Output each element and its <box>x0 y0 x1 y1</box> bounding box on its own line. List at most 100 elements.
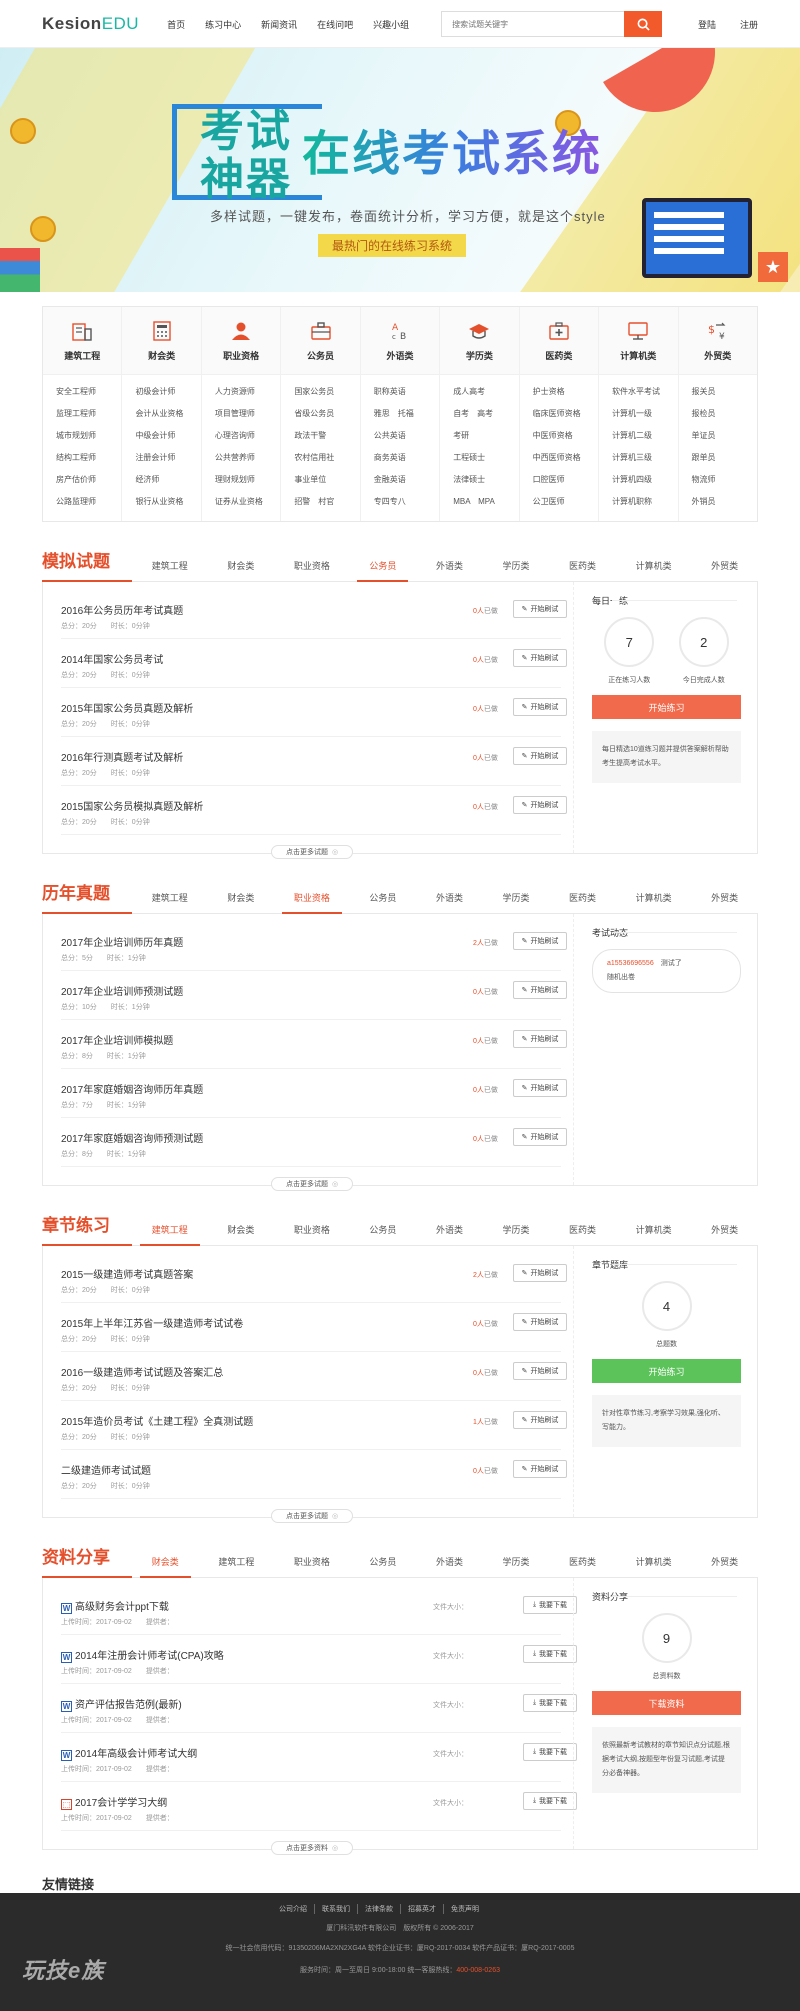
exam-title[interactable]: 2016年行测真题考试及解析 <box>61 749 183 764</box>
category-link[interactable]: 护士资格 <box>533 381 598 403</box>
category-link[interactable]: 政法干警 <box>294 425 359 447</box>
nav-news[interactable]: 新闻资讯 <box>261 18 297 31</box>
exam-title[interactable]: 2016年公务员历年考试真题 <box>61 602 183 617</box>
section-tab[interactable]: 公务员 <box>357 1555 408 1577</box>
category-link[interactable]: 临床医师资格 <box>533 403 598 425</box>
resource-title[interactable]: W 2014年注册会计师考试(CPA)攻略 <box>61 1647 224 1663</box>
section-tab[interactable]: 外语类 <box>424 1555 475 1577</box>
category-link[interactable]: 城市规划师 <box>56 425 121 447</box>
exam-title[interactable]: 2015年造价员考试《土建工程》全真测试题 <box>61 1413 253 1428</box>
activity-target[interactable]: 随机出卷 <box>607 974 635 981</box>
category-link[interactable]: 国家公务员 <box>294 381 359 403</box>
download-resources-button[interactable]: 下载资料 <box>592 1691 741 1715</box>
exam-title[interactable]: 2017年企业培训师模拟题 <box>61 1032 173 1047</box>
category-link[interactable]: 专四专八 <box>374 491 439 513</box>
search-input[interactable] <box>441 11 625 37</box>
category-link[interactable]: 招警 村官 <box>294 491 359 513</box>
resource-title[interactable]: W 高级财务会计ppt下载 <box>61 1598 169 1614</box>
category-link[interactable]: 成人高考 <box>453 381 518 403</box>
section-tab[interactable]: 公务员 <box>357 891 408 913</box>
category-link[interactable]: 注册会计师 <box>135 447 200 469</box>
footer-link-about[interactable]: 公司介绍 <box>272 1904 315 1914</box>
category-link[interactable]: 考研 <box>453 425 518 447</box>
start-exam-button[interactable]: ✎ 开始刷试 <box>513 981 567 999</box>
section-tab[interactable]: 外贸类 <box>699 1223 750 1245</box>
start-practice-button[interactable]: 开始练习 <box>592 1359 741 1383</box>
category-link[interactable]: 自考 高考 <box>453 403 518 425</box>
start-exam-button[interactable]: ✎ 开始刷试 <box>513 747 567 765</box>
category-link[interactable]: 计算机三级 <box>612 447 677 469</box>
start-exam-button[interactable]: ✎ 开始刷试 <box>513 1460 567 1478</box>
start-exam-button[interactable]: ✎ 开始刷试 <box>513 649 567 667</box>
category-link[interactable]: 初级会计师 <box>135 381 200 403</box>
category-link[interactable]: 心理咨询师 <box>215 425 280 447</box>
section-tab[interactable]: 计算机类 <box>624 559 684 581</box>
category-header[interactable]: 学历类 <box>440 307 519 375</box>
category-link[interactable]: 公共英语 <box>374 425 439 447</box>
section-tab[interactable]: 职业资格 <box>282 1223 342 1245</box>
site-logo[interactable]: KesionEDU <box>42 14 139 34</box>
register-link[interactable]: 注册 <box>740 18 758 31</box>
exam-title[interactable]: 2014年国家公务员考试 <box>61 651 163 666</box>
category-link[interactable]: 法律硕士 <box>453 469 518 491</box>
category-header[interactable]: 计算机类 <box>599 307 678 375</box>
section-tab[interactable]: 医药类 <box>557 559 608 581</box>
category-link[interactable]: 计算机二级 <box>612 425 677 447</box>
category-header[interactable]: 建筑工程 <box>43 307 122 375</box>
category-link[interactable]: 人力资源师 <box>215 381 280 403</box>
section-tab[interactable]: 公务员 <box>357 559 409 582</box>
category-header[interactable]: 职业资格 <box>201 307 281 375</box>
footer-link-contact[interactable]: 联系我们 <box>315 1904 358 1914</box>
nav-practice[interactable]: 练习中心 <box>205 18 241 31</box>
more-button[interactable]: 点击更多试题 ◎ <box>271 845 354 859</box>
section-tab[interactable]: 计算机类 <box>624 1223 684 1245</box>
search-button[interactable] <box>624 11 663 37</box>
section-tab[interactable]: 建筑工程 <box>206 1555 266 1577</box>
category-link[interactable]: 理财规划师 <box>215 469 280 491</box>
exam-title[interactable]: 2017年企业培训师历年真题 <box>61 934 183 949</box>
section-tab[interactable]: 外贸类 <box>699 891 750 913</box>
start-exam-button[interactable]: ✎ 开始刷试 <box>513 1079 567 1097</box>
start-exam-button[interactable]: ✎ 开始刷试 <box>513 1264 567 1282</box>
section-tab[interactable]: 学历类 <box>491 891 542 913</box>
category-link[interactable]: 商务英语 <box>374 447 439 469</box>
category-link[interactable]: 公卫医师 <box>533 491 598 513</box>
start-exam-button[interactable]: ✎ 开始刷试 <box>513 932 567 950</box>
section-tab[interactable]: 职业资格 <box>281 891 342 914</box>
more-button[interactable]: 点击更多试题 ◎ <box>271 1509 354 1523</box>
category-header[interactable]: 公务员 <box>281 307 360 375</box>
category-link[interactable]: 中医师资格 <box>533 425 598 447</box>
exam-title[interactable]: 2015一级建造师考试真题答案 <box>61 1266 193 1281</box>
more-button[interactable]: 点击更多试题 ◎ <box>271 1177 354 1191</box>
section-tab[interactable]: 财会类 <box>215 559 266 581</box>
nav-qa[interactable]: 在线问吧 <box>317 18 353 31</box>
start-exam-button[interactable]: ✎ 开始刷试 <box>513 1313 567 1331</box>
category-link[interactable]: 事业单位 <box>294 469 359 491</box>
section-tab[interactable]: 计算机类 <box>624 1555 684 1577</box>
section-tab[interactable]: 职业资格 <box>282 559 342 581</box>
start-exam-button[interactable]: ✎ 开始刷试 <box>513 1411 567 1429</box>
section-tab[interactable]: 医药类 <box>557 1555 608 1577</box>
category-link[interactable]: 安全工程师 <box>56 381 121 403</box>
section-tab[interactable]: 外贸类 <box>699 1555 750 1577</box>
start-exam-button[interactable]: ✎ 开始刷试 <box>513 796 567 814</box>
section-tab[interactable]: 医药类 <box>557 1223 608 1245</box>
exam-title[interactable]: 2017年企业培训师预测试题 <box>61 983 183 998</box>
start-practice-button[interactable]: 开始练习 <box>592 695 741 719</box>
section-tab[interactable]: 学历类 <box>491 1555 542 1577</box>
category-link[interactable]: 职称英语 <box>374 381 439 403</box>
category-link[interactable]: MBA MPA <box>453 491 518 513</box>
footer-link-jobs[interactable]: 招募英才 <box>401 1904 444 1914</box>
activity-user[interactable]: a15536696556 <box>607 960 654 967</box>
category-link[interactable]: 计算机四级 <box>612 469 677 491</box>
section-tab[interactable]: 外语类 <box>424 891 475 913</box>
section-tab[interactable]: 外语类 <box>424 559 475 581</box>
start-exam-button[interactable]: ✎ 开始刷试 <box>513 1362 567 1380</box>
resource-title[interactable]: ⬚ 2017会计学学习大纲 <box>61 1794 167 1810</box>
category-link[interactable]: 中级会计师 <box>135 425 200 447</box>
section-tab[interactable]: 计算机类 <box>624 891 684 913</box>
section-tab[interactable]: 学历类 <box>491 559 542 581</box>
category-link[interactable]: 计算机职称 <box>612 491 677 513</box>
category-link[interactable]: 银行从业资格 <box>135 491 200 513</box>
section-tab[interactable]: 公务员 <box>357 1223 408 1245</box>
